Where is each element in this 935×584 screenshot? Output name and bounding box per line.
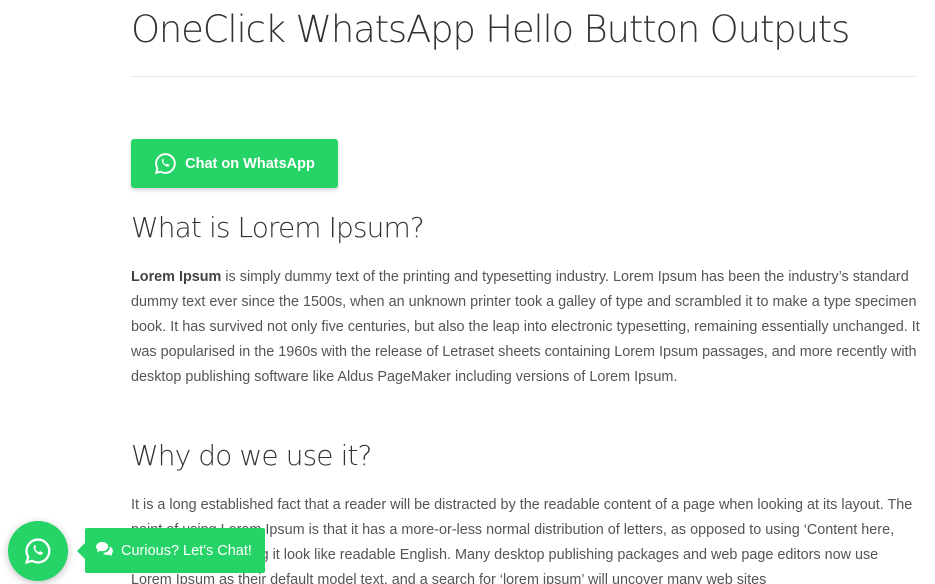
chat-on-whatsapp-label: Chat on WhatsApp xyxy=(185,155,315,172)
title-divider xyxy=(131,76,916,77)
page-title: OneClick WhatsApp Hello Button Outputs xyxy=(131,8,850,51)
chat-bubbles-icon xyxy=(95,541,114,561)
chat-prompt-bubble[interactable]: Curious? Let's Chat! xyxy=(77,528,265,573)
floating-whatsapp-button[interactable] xyxy=(8,521,68,581)
section-paragraph-what-is: Lorem Ipsum is simply dummy text of the … xyxy=(131,265,921,390)
section-heading-what-is: What is Lorem Ipsum? xyxy=(131,211,425,244)
floating-whatsapp-circle[interactable] xyxy=(8,521,68,581)
paragraph-text: is simply dummy text of the printing and… xyxy=(131,269,920,385)
bold-lead: Lorem Ipsum xyxy=(131,269,222,285)
whatsapp-icon xyxy=(24,537,52,565)
chat-on-whatsapp-button[interactable]: Chat on WhatsApp xyxy=(131,139,338,188)
whatsapp-icon xyxy=(154,152,177,175)
chat-prompt-label: Curious? Let's Chat! xyxy=(121,542,252,559)
section-heading-why-use: Why do we use it? xyxy=(131,439,372,472)
